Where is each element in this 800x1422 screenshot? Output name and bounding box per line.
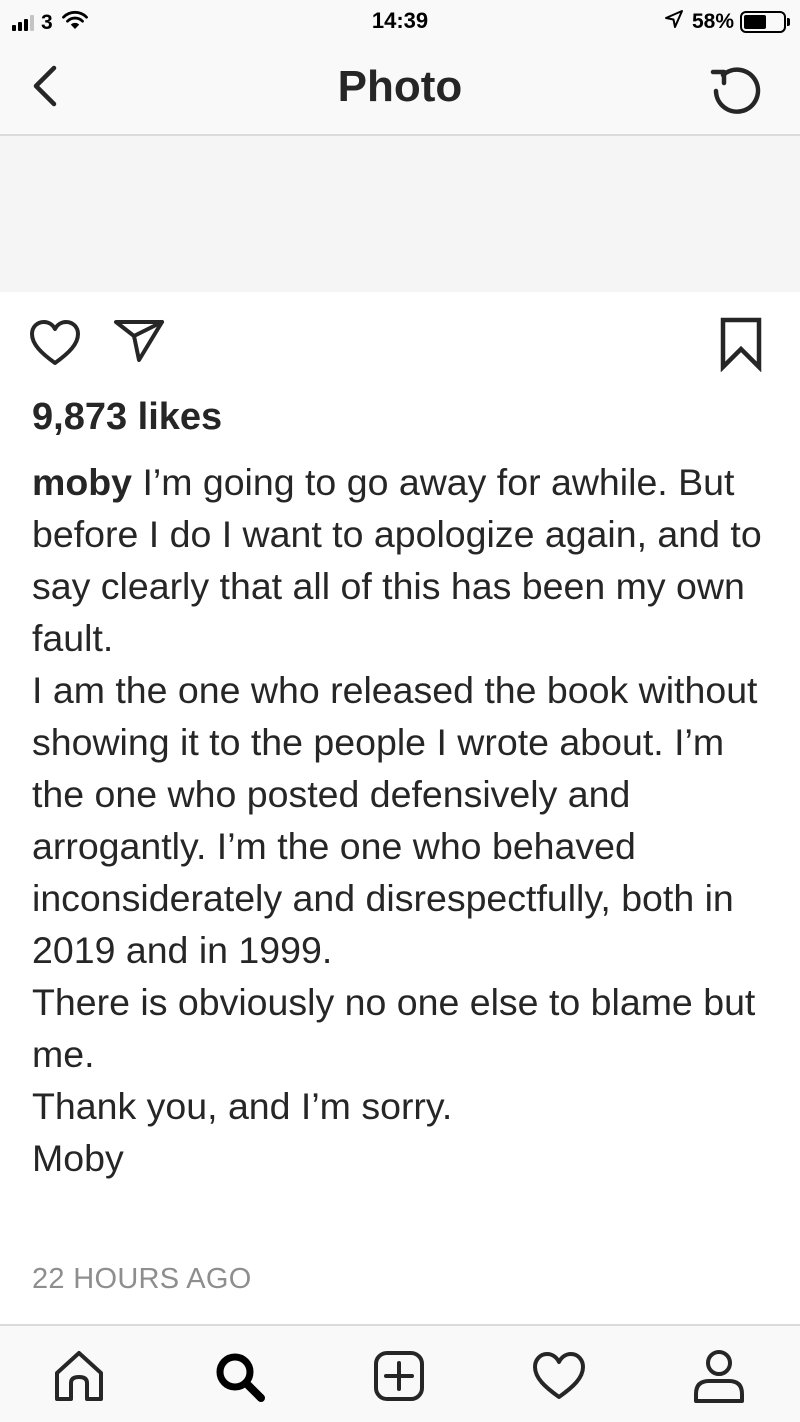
home-icon	[55, 1351, 103, 1401]
post-timestamp: 22 HOURS AGO	[32, 1263, 252, 1295]
save-button[interactable]	[714, 316, 768, 373]
tab-bar	[0, 1324, 800, 1422]
status-right: 58%	[664, 9, 790, 34]
new-post-icon	[374, 1351, 424, 1401]
battery-fill	[744, 14, 766, 29]
caption-signature: Moby	[32, 1137, 124, 1179]
nav-bar: Photo	[0, 44, 800, 136]
profile-icon	[694, 1350, 744, 1403]
username-link[interactable]: moby	[32, 461, 132, 503]
likes-count[interactable]: 9,873 likes	[32, 396, 222, 439]
post-caption: moby I’m going to go away for awhile. Bu…	[32, 456, 782, 1184]
tab-search[interactable]	[207, 1346, 271, 1406]
refresh-icon	[710, 67, 761, 114]
bookmark-icon	[720, 317, 762, 373]
page-title: Photo	[337, 62, 463, 111]
activity-heart-icon	[533, 1352, 585, 1399]
refresh-button[interactable]	[704, 58, 768, 122]
share-button[interactable]	[112, 318, 166, 364]
battery-icon	[740, 10, 786, 33]
post-actions	[0, 292, 800, 388]
post-photo[interactable]	[0, 136, 800, 292]
search-icon	[216, 1353, 265, 1402]
caption-text: I’m going to go away for awhile. But bef…	[32, 461, 762, 659]
paper-plane-icon	[114, 320, 164, 362]
status-bar: 3 14:39 58%	[0, 0, 800, 44]
heart-icon	[30, 320, 80, 365]
tab-profile[interactable]	[687, 1346, 751, 1406]
tab-activity[interactable]	[527, 1346, 591, 1406]
caption-paragraph: I am the one who released the book witho…	[32, 669, 758, 971]
tab-new-post[interactable]	[367, 1346, 431, 1406]
location-arrow-icon	[664, 9, 684, 34]
caption-paragraph: There is obviously no one else to blame …	[32, 981, 756, 1075]
caption-paragraph: Thank you, and I’m sorry.	[32, 1085, 453, 1127]
tab-home[interactable]	[47, 1346, 111, 1406]
caption-paragraph: moby I’m going to go away for awhile. Bu…	[32, 456, 782, 664]
battery-percent: 58%	[691, 9, 734, 33]
battery-tip	[787, 17, 790, 26]
like-button[interactable]	[28, 318, 82, 368]
